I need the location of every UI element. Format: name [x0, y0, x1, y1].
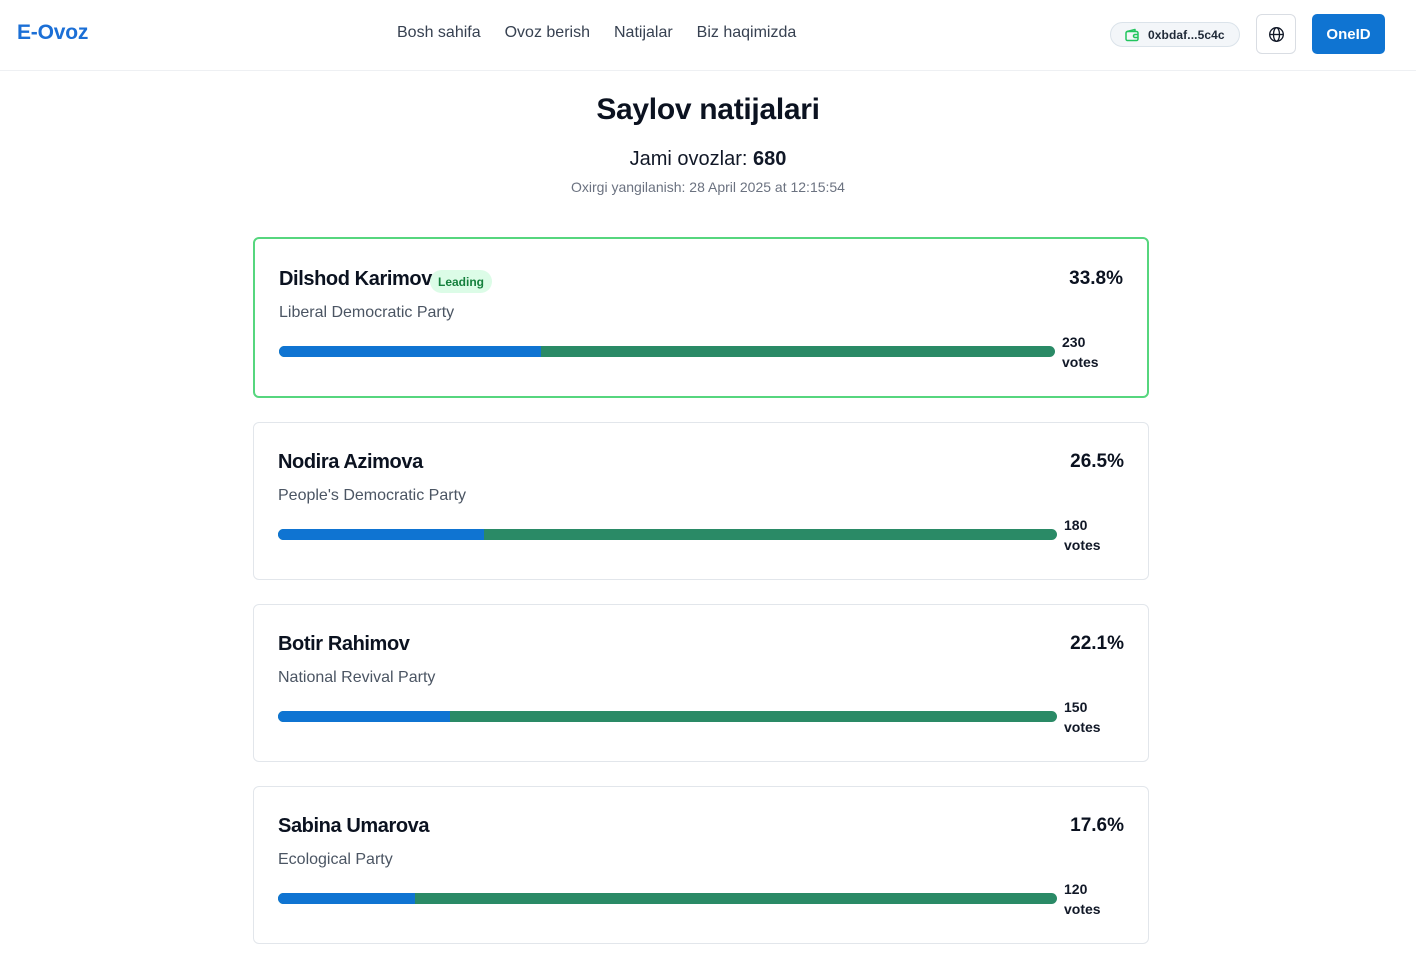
candidate-party: National Revival Party: [278, 669, 436, 686]
vote-count: 180: [1064, 517, 1088, 533]
wallet-address-chip[interactable]: 0xbdaf...5c4c: [1110, 22, 1240, 47]
candidate-card: Botir Rahimov 22.1% National Revival Par…: [253, 604, 1149, 762]
nav-link-home[interactable]: Bosh sahifa: [397, 24, 481, 42]
globe-icon: [1268, 26, 1285, 43]
vote-unit: votes: [1062, 354, 1099, 370]
vote-progress-fill: [279, 346, 542, 357]
vote-progress-bar: [278, 893, 1057, 904]
vote-progress-bar: [278, 529, 1057, 540]
vote-progress-fill: [278, 893, 416, 904]
vote-progress-fill: [278, 711, 451, 722]
candidate-percent: 33.8%: [1069, 268, 1123, 289]
candidate-card: Dilshod Karimov Leading 33.8% Liberal De…: [253, 237, 1149, 398]
vote-unit: votes: [1064, 901, 1101, 917]
wallet-icon: [1124, 27, 1140, 43]
candidate-card: Sabina Umarova 17.6% Ecological Party 12…: [253, 786, 1149, 944]
candidate-party: Ecological Party: [278, 851, 393, 868]
candidate-percent: 26.5%: [1070, 451, 1124, 472]
last-updated: Oxirgi yangilanish: 28 April 2025 at 12:…: [571, 179, 845, 195]
vote-unit: votes: [1064, 537, 1101, 553]
nav-link-results[interactable]: Natijalar: [614, 24, 673, 42]
total-votes-value: 680: [753, 148, 787, 170]
candidate-name: Botir Rahimov: [278, 633, 410, 655]
candidate-votes: 150 votes: [1064, 697, 1101, 737]
vote-progress-bar: [279, 346, 1055, 357]
vote-count: 150: [1064, 699, 1088, 715]
candidate-party: People's Democratic Party: [278, 487, 467, 504]
candidate-card: Nodira Azimova 26.5% People's Democratic…: [253, 422, 1149, 580]
candidate-party: Liberal Democratic Party: [279, 304, 455, 321]
total-votes: Jami ovozlar: 680: [0, 148, 1416, 171]
vote-count: 230: [1062, 334, 1086, 350]
nav-link-about[interactable]: Biz haqimizda: [697, 24, 797, 42]
oneid-login-button[interactable]: OneID: [1312, 14, 1385, 54]
language-button[interactable]: [1256, 14, 1296, 54]
page-title: Saylov natijalari: [596, 93, 820, 126]
vote-count: 120: [1064, 881, 1088, 897]
top-navbar: E-Ovoz Bosh sahifa Ovoz berish Natijalar…: [0, 0, 1416, 71]
vote-progress-fill: [278, 529, 485, 540]
total-votes-label: Jami ovozlar:: [629, 148, 748, 170]
candidate-percent: 17.6%: [1070, 815, 1124, 836]
main-nav: Bosh sahifa Ovoz berish Natijalar Biz ha…: [397, 24, 796, 42]
candidate-name: Nodira Azimova: [278, 451, 423, 473]
logo[interactable]: E-Ovoz: [17, 21, 88, 45]
vote-progress-bar: [278, 711, 1057, 722]
leading-badge: Leading: [430, 270, 493, 293]
candidate-name: Sabina Umarova: [278, 815, 430, 837]
candidate-votes: 120 votes: [1064, 879, 1101, 919]
wallet-address: 0xbdaf...5c4c: [1148, 27, 1225, 42]
candidate-votes: 230 votes: [1062, 332, 1099, 372]
nav-link-vote[interactable]: Ovoz berish: [505, 24, 590, 42]
candidate-percent: 22.1%: [1070, 633, 1124, 654]
vote-unit: votes: [1064, 719, 1101, 735]
candidate-name: Dilshod Karimov: [279, 268, 432, 290]
candidate-votes: 180 votes: [1064, 515, 1101, 555]
